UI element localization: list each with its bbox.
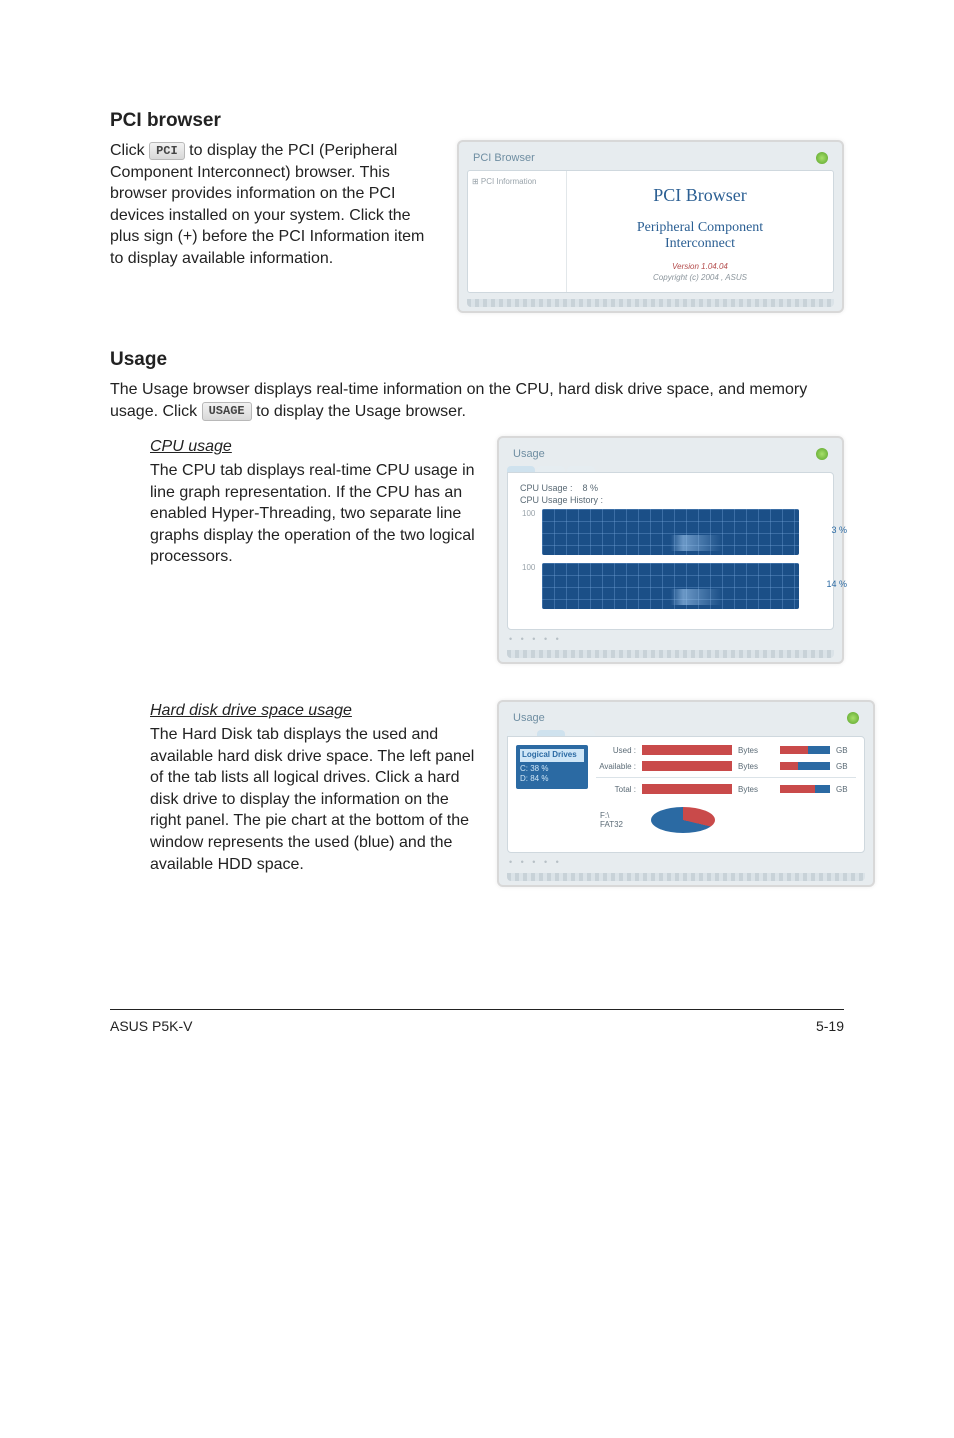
total-bytes: Bytes	[738, 785, 774, 794]
cpu-graph1-value: 3 %	[831, 525, 847, 535]
tab-harddisk[interactable]	[537, 730, 565, 736]
hd-usage-window: Usage Logical Drives C: 38 % D: 84 %	[497, 700, 875, 887]
cpu-usage-window: Usage CPU Usage : 8 % CPU Usage History …	[497, 436, 844, 664]
tab-cpu[interactable]	[507, 730, 535, 736]
cpu-paragraph: The CPU tab displays real-time CPU usage…	[150, 460, 475, 568]
footer-right: 5-19	[816, 1018, 844, 1034]
used-bytes: Bytes	[738, 746, 774, 755]
graph2-scale-top: 100	[522, 563, 535, 572]
drive-d[interactable]: D: 84 %	[520, 774, 548, 783]
pci-copyright: Copyright (c) 2004 , ASUS	[653, 273, 747, 282]
usage-heading: Usage	[110, 349, 844, 371]
pci-panel-heading: PCI Browser	[653, 185, 747, 206]
window-footer-strip	[507, 873, 865, 881]
hd-row-used: Used : Bytes GB	[596, 745, 856, 755]
footer-left: ASUS P5K-V	[110, 1018, 192, 1034]
window-footer-strip	[467, 299, 834, 307]
avail-gb-unit: GB	[836, 762, 856, 771]
used-label: Used :	[596, 746, 636, 755]
hd-subhead: Hard disk drive space usage	[150, 700, 475, 722]
total-label: Total :	[596, 785, 636, 794]
pci-version: Version 1.04.04	[672, 262, 728, 271]
pager-dots: • • • • •	[507, 630, 834, 644]
drive-c[interactable]: C: 38 %	[520, 764, 548, 773]
usage-para-after: to display the Usage browser.	[256, 403, 466, 420]
pie-drive-label: F:\	[600, 811, 623, 820]
cpu-usage-label: CPU Usage :	[520, 483, 573, 493]
cpu-graph-2	[542, 563, 799, 609]
pci-badge-icon: PCI	[149, 142, 185, 160]
cpu-window-title: Usage	[513, 448, 545, 460]
cpu-subhead: CPU usage	[150, 436, 475, 458]
avail-bytes: Bytes	[738, 762, 774, 771]
close-icon[interactable]	[816, 448, 828, 460]
pci-para-after: to display the PCI (Peripheral Component…	[110, 142, 424, 267]
pci-sub-line1: Peripheral Component	[637, 220, 763, 235]
tab-memory[interactable]	[567, 466, 595, 472]
close-icon[interactable]	[816, 152, 828, 164]
hd-row-available: Available : Bytes GB	[596, 761, 856, 771]
pci-tree-root[interactable]: ⊞ PCI Information	[472, 177, 537, 186]
usage-paragraph: The Usage browser displays real-time inf…	[110, 379, 844, 422]
disk-pie-chart	[651, 807, 715, 833]
used-gb-unit: GB	[836, 746, 856, 755]
pci-sub-line2: Interconnect	[665, 236, 735, 251]
drive-list-header: Logical Drives	[520, 749, 584, 761]
cpu-history-label: CPU Usage History :	[520, 495, 825, 505]
close-icon[interactable]	[847, 712, 859, 724]
hd-row-total: Total : Bytes GB	[596, 784, 856, 794]
pci-paragraph: Click PCI to display the PCI (Peripheral…	[110, 140, 435, 270]
pci-para-before: Click	[110, 142, 149, 159]
window-footer-strip	[507, 650, 834, 658]
cpu-graph-1	[542, 509, 799, 555]
tab-memory[interactable]	[567, 730, 595, 736]
pci-panel-sub: Peripheral Component Interconnect	[637, 220, 763, 252]
drive-list[interactable]: Logical Drives C: 38 % D: 84 %	[516, 745, 588, 788]
avail-label: Available :	[596, 762, 636, 771]
page-footer: ASUS P5K-V 5-19	[110, 1009, 844, 1034]
usage-badge-icon: USAGE	[202, 402, 252, 420]
tab-harddisk[interactable]	[537, 466, 565, 472]
hd-window-title: Usage	[513, 712, 545, 724]
pager-dots: • • • • •	[507, 853, 865, 867]
pci-browser-window: PCI Browser ⊞ PCI Information PCI Browse…	[457, 140, 844, 313]
total-gb-unit: GB	[836, 785, 856, 794]
graph1-scale-top: 100	[522, 509, 535, 518]
pci-heading: PCI browser	[110, 110, 844, 132]
pie-fs-label: FAT32	[600, 820, 623, 829]
cpu-usage-value: 8 %	[583, 483, 599, 493]
cpu-graph2-value: 14 %	[826, 579, 847, 589]
pci-window-title: PCI Browser	[473, 152, 535, 164]
hd-paragraph: The Hard Disk tab displays the used and …	[150, 724, 475, 875]
tab-cpu[interactable]	[507, 466, 535, 472]
